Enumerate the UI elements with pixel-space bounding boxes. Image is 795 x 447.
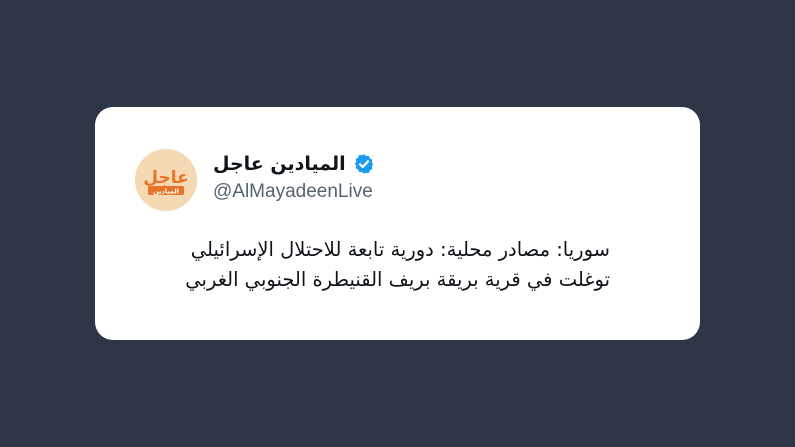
tweet-card[interactable]: عاجل الميادين الميادين عاجل @AlMayadeenL… bbox=[95, 107, 700, 340]
author-name-row: الميادين عاجل bbox=[213, 149, 375, 179]
display-name[interactable]: الميادين عاجل bbox=[213, 153, 346, 175]
user-handle[interactable]: @AlMayadeenLive bbox=[213, 181, 373, 203]
logo-main-text: عاجل bbox=[143, 168, 188, 188]
tweet-text: سوريا: مصادر محلية: دورية تابعة للاحتلال… bbox=[125, 235, 610, 295]
tweet-text-line: سوريا: مصادر محلية: دورية تابعة للاحتلال… bbox=[190, 238, 610, 261]
tweet-text-line: توغلت في قرية بريقة بريف القنيطرة الجنوب… bbox=[185, 268, 610, 291]
almayadeen-logo-icon: عاجل الميادين bbox=[135, 149, 197, 211]
logo-sub-text: الميادين bbox=[153, 188, 179, 196]
verified-badge-icon bbox=[354, 154, 373, 174]
avatar[interactable]: عاجل الميادين bbox=[135, 149, 197, 211]
